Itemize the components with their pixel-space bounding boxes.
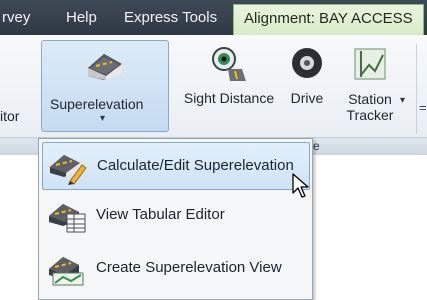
tabular-editor-icon <box>49 204 86 233</box>
drive-label: Drive <box>290 90 324 106</box>
station-label: Station <box>348 91 392 107</box>
ribbon-tab-bar: rvey Help Express Tools Alignment: BAY A… <box>0 0 427 36</box>
station-tracker-icon <box>354 48 386 80</box>
superelevation-edit-icon <box>50 155 87 185</box>
superelevation-dropdown-arrow[interactable]: ▾ <box>100 113 105 124</box>
ribbon-separator <box>416 44 417 134</box>
superelevation-icon <box>88 54 122 80</box>
menu-item-calculate-edit-superelevation[interactable]: Calculate/Edit Superelevation <box>42 142 310 190</box>
superelevation-split-button[interactable]: Superelevation ▾ <box>41 40 169 132</box>
tab-survey[interactable]: rvey <box>2 6 30 30</box>
ribbon-editor-label-clipped[interactable]: itor <box>0 108 19 124</box>
station-tracker-button[interactable]: Station Tracker <box>341 45 399 123</box>
tab-alignment-contextual[interactable]: Alignment: BAY ACCESS <box>233 4 424 36</box>
ribbon-right-clipped[interactable]: = <box>419 100 427 115</box>
sight-distance-button[interactable]: Sight Distance <box>175 45 283 106</box>
superelevation-dropdown-menu: Calculate/Edit Superelevation View Tabul… <box>38 138 313 300</box>
menu-item-label: Calculate/Edit Superelevation <box>97 157 294 174</box>
superelevation-view-icon <box>49 257 84 286</box>
menu-item-label: Create Superelevation View <box>96 259 282 276</box>
tracker-label: Tracker <box>346 107 394 123</box>
menu-item-view-tabular-editor[interactable]: View Tabular Editor <box>42 192 308 238</box>
mouse-cursor-icon <box>292 173 309 198</box>
sight-distance-icon <box>212 47 246 81</box>
drive-icon <box>292 48 322 78</box>
drive-button[interactable]: Drive <box>287 45 327 106</box>
tab-help[interactable]: Help <box>66 6 97 30</box>
station-tracker-dropdown-arrow[interactable]: ▾ <box>400 95 405 106</box>
menu-item-label: View Tabular Editor <box>96 206 225 223</box>
menu-item-create-superelevation-view[interactable]: Create Superelevation View <box>42 245 308 291</box>
sight-distance-label: Sight Distance <box>183 90 275 106</box>
ribbon-group-label: e <box>313 139 320 153</box>
tab-express-tools[interactable]: Express Tools <box>124 6 217 30</box>
superelevation-label: Superelevation <box>50 96 144 112</box>
